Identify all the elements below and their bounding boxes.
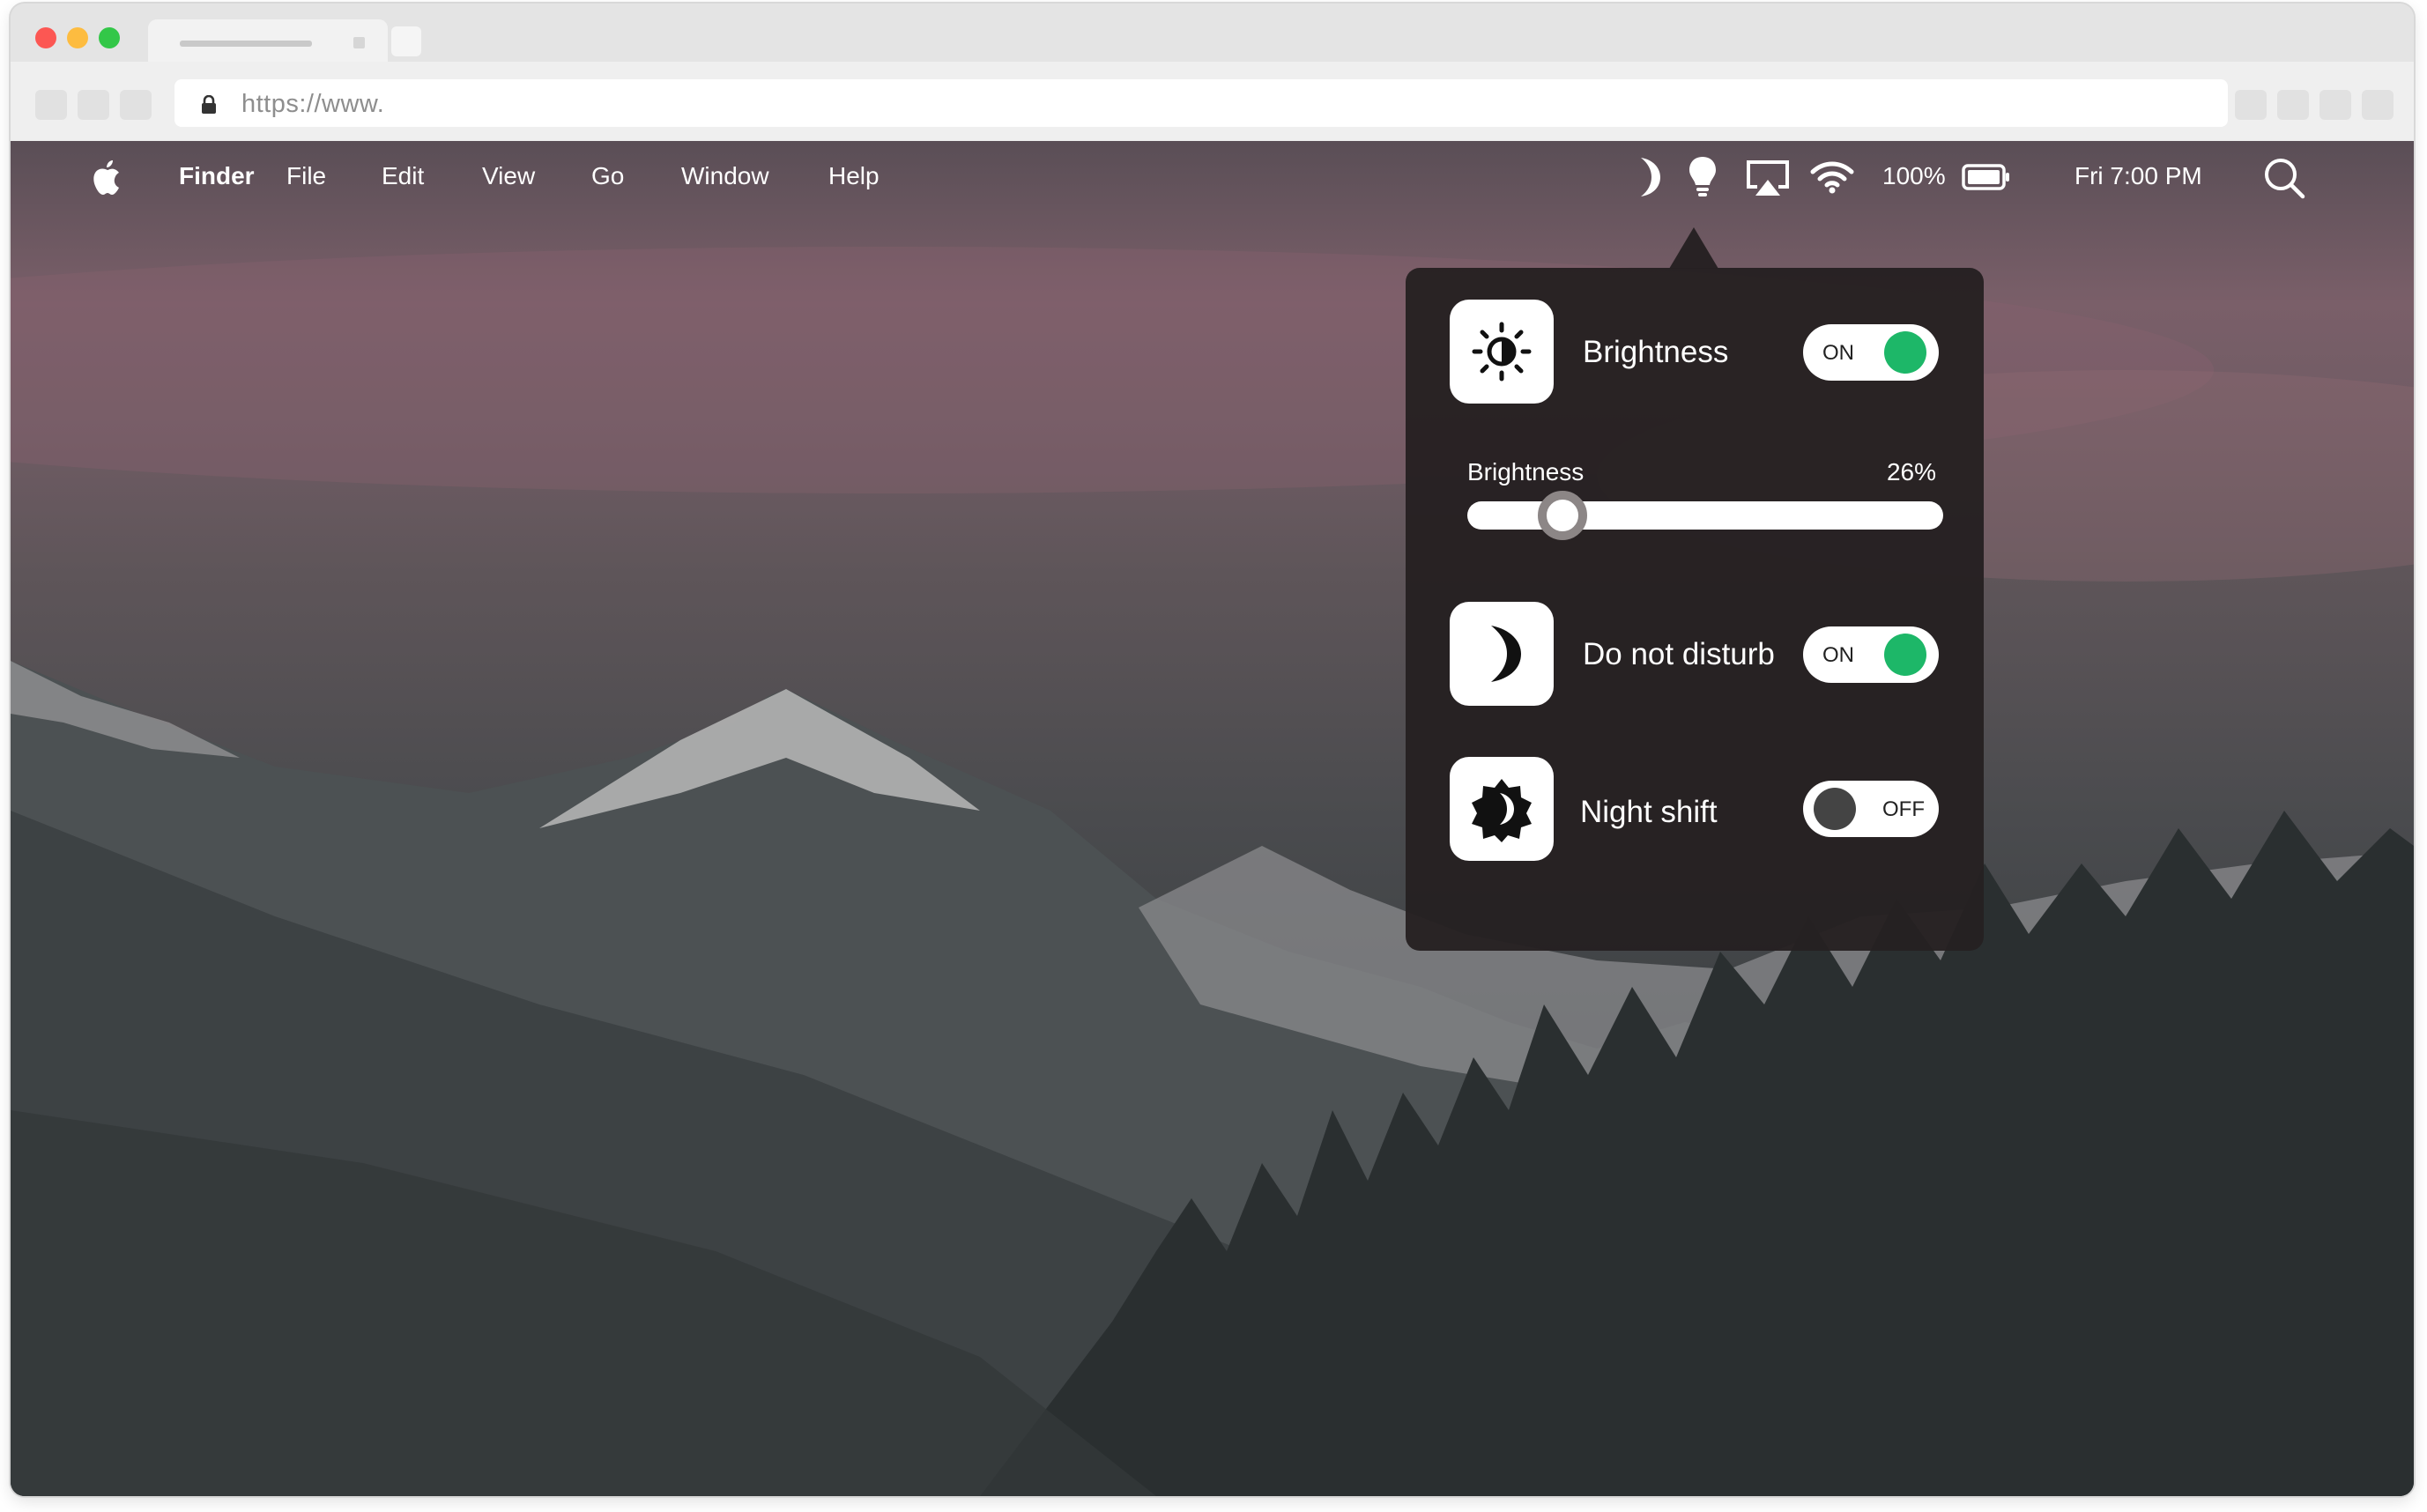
apple-logo-icon[interactable] xyxy=(92,159,123,196)
brightness-slider[interactable] xyxy=(1467,491,1943,540)
toolbar-button-1[interactable] xyxy=(2235,90,2267,120)
lightbulb-icon[interactable] xyxy=(1687,155,1718,199)
search-icon[interactable] xyxy=(2263,157,2305,199)
control-popover: Brightness ON Brightness 26% Do not dist… xyxy=(1406,268,1984,951)
brightness-sun-icon xyxy=(1472,322,1532,382)
brightness-toggle[interactable]: ON xyxy=(1803,324,1939,381)
menu-app-name[interactable]: Finder xyxy=(179,162,255,190)
zoom-window-button[interactable] xyxy=(99,27,120,48)
wifi-icon[interactable] xyxy=(1810,160,1854,194)
battery-percentage: 100% xyxy=(1882,162,1946,189)
menu-window[interactable]: Window xyxy=(681,162,769,190)
brightness-icon-box xyxy=(1450,300,1554,404)
dnd-toggle-knob xyxy=(1884,634,1926,676)
brightness-toggle-knob xyxy=(1884,331,1926,374)
forward-button[interactable] xyxy=(78,90,109,120)
menu-edit[interactable]: Edit xyxy=(382,162,424,190)
night-shift-row-label: Night shift xyxy=(1580,795,1718,829)
night-shift-toggle[interactable]: OFF xyxy=(1803,781,1939,837)
desktop: Finder File Edit View Go Window Help 100… xyxy=(11,141,2414,1496)
popover-arrow xyxy=(1669,227,1718,269)
menu-go[interactable]: Go xyxy=(591,162,624,190)
menu-file[interactable]: File xyxy=(286,162,326,190)
url-text: https://www. xyxy=(241,90,385,118)
address-bar[interactable]: https://www. xyxy=(174,79,2228,127)
menu-bar: Finder File Edit View Go Window Help 100… xyxy=(11,141,2414,215)
minimize-window-button[interactable] xyxy=(67,27,88,48)
night-shift-toggle-state: OFF xyxy=(1882,797,1925,821)
brightness-slider-value: 26% xyxy=(1886,458,1936,485)
brightness-slider-label: Brightness xyxy=(1467,458,1585,485)
airplay-icon[interactable] xyxy=(1745,159,1791,197)
new-tab-button[interactable] xyxy=(391,26,421,56)
close-window-button[interactable] xyxy=(35,27,56,48)
dnd-icon-box xyxy=(1450,602,1554,706)
brightness-row-label: Brightness xyxy=(1583,335,1729,369)
menu-help[interactable]: Help xyxy=(828,162,880,190)
wallpaper-mountains xyxy=(11,247,2414,1496)
tab-close-icon[interactable] xyxy=(353,37,365,48)
back-button[interactable] xyxy=(35,90,67,120)
title-bar xyxy=(11,4,2414,65)
moon-icon[interactable] xyxy=(1632,155,1664,199)
battery-icon[interactable] xyxy=(1962,163,2011,191)
night-shift-icon xyxy=(1472,779,1532,842)
toolbar-button-2[interactable] xyxy=(2277,90,2309,120)
menu-clock[interactable]: Fri 7:00 PM xyxy=(2074,162,2202,190)
browser-toolbar: https://www. xyxy=(11,62,2414,141)
lock-icon xyxy=(202,95,216,114)
menu-view[interactable]: View xyxy=(482,162,535,190)
brightness-toggle-state: ON xyxy=(1822,341,1854,365)
reload-button[interactable] xyxy=(120,90,152,120)
browser-window: https://www. Finder File Edit View Go Wi… xyxy=(11,4,2414,1496)
browser-tab[interactable] xyxy=(148,19,388,65)
dnd-toggle[interactable]: ON xyxy=(1803,626,1939,683)
night-shift-toggle-knob xyxy=(1814,788,1856,830)
tab-title-placeholder xyxy=(180,41,312,47)
dnd-row-label: Do not disturb xyxy=(1583,637,1775,671)
brightness-slider-thumb[interactable] xyxy=(1538,491,1587,540)
dnd-toggle-state: ON xyxy=(1822,643,1854,667)
night-shift-icon-box xyxy=(1450,757,1554,861)
toolbar-button-3[interactable] xyxy=(2319,90,2351,120)
do-not-disturb-moon-icon xyxy=(1491,626,1521,682)
toolbar-button-4[interactable] xyxy=(2362,90,2394,120)
